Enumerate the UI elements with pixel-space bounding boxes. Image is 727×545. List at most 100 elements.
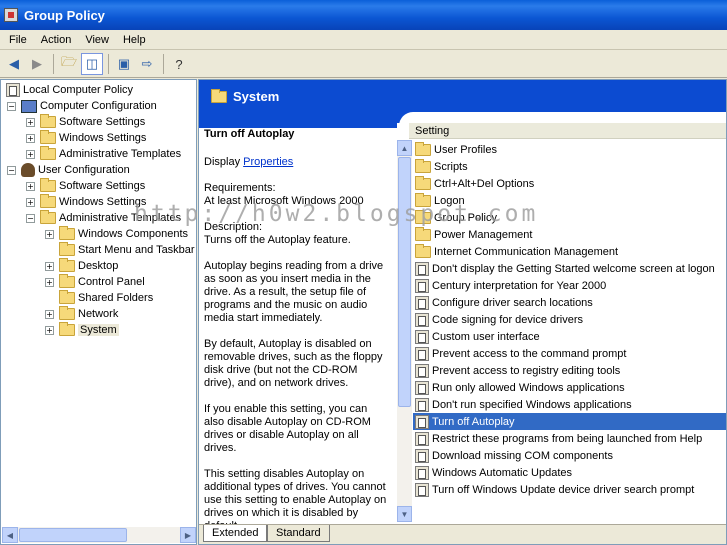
folder-icon (415, 226, 431, 241)
scroll-left-icon[interactable]: ◀ (2, 527, 18, 543)
folder-icon (40, 210, 56, 224)
policy-setting-icon (415, 482, 429, 497)
description-line: as soon as you insert media in the (204, 273, 371, 285)
description-line: drives or disable Autoplay on all (204, 429, 359, 441)
toolbar-separator (53, 54, 54, 74)
list-item-policy[interactable]: Download missing COM components (413, 447, 726, 464)
tree-desktop[interactable]: Desktop (59, 258, 118, 274)
folder-icon (415, 158, 431, 173)
list-item-policy[interactable]: Run only allowed Windows applications (413, 379, 726, 396)
show-hide-tree-icon[interactable]: ◫ (81, 53, 103, 75)
tab-extended[interactable]: Extended (203, 525, 268, 542)
list-item-folder[interactable]: User Profiles (413, 141, 726, 158)
scroll-thumb[interactable] (398, 157, 411, 407)
list-item-policy[interactable]: Turn off Windows Update device driver se… (413, 481, 726, 498)
menu-help[interactable]: Help (116, 34, 153, 46)
list-item-folder[interactable]: Group Policy (413, 209, 726, 226)
list-item-policy[interactable]: Don't run specified Windows applications (413, 396, 726, 413)
scroll-down-icon[interactable]: ▼ (397, 506, 412, 522)
scroll-thumb[interactable] (19, 528, 127, 542)
list-vertical-scrollbar[interactable]: ▲ ▼ (397, 140, 412, 522)
back-arrow-icon[interactable]: ◀ (3, 53, 25, 75)
description-line: removable drives, such as the floppy (204, 351, 383, 363)
scroll-right-icon[interactable]: ▶ (180, 527, 196, 543)
column-header-setting[interactable]: Setting (409, 123, 726, 139)
folder-icon (415, 175, 431, 190)
description-line: Autoplay begins reading from a drive (204, 260, 384, 272)
folder-icon (59, 258, 75, 272)
folder-icon (59, 226, 75, 240)
list-item-policy[interactable]: Prevent access to the command prompt (413, 345, 726, 362)
toolbar-separator (163, 54, 164, 74)
extended-description: Turn off Autoplay Display Properties Req… (199, 128, 397, 524)
collapse-icon[interactable]: − (26, 214, 35, 223)
list-item-folder[interactable]: Scripts (413, 158, 726, 175)
menu-view[interactable]: View (78, 34, 116, 46)
description-line: additional types of drives. You cannot (204, 481, 386, 493)
list-item-folder[interactable]: Internet Communication Management (413, 243, 726, 260)
tree-system[interactable]: System (59, 322, 119, 338)
list-item-folder[interactable]: Ctrl+Alt+Del Options (413, 175, 726, 192)
tree-computer-configuration[interactable]: Computer Configuration (21, 98, 157, 114)
list-item-label: Prevent access to registry editing tools (432, 364, 621, 377)
description-line: This setting disables Autoplay on (204, 468, 365, 480)
list-item-label: Turn off Autoplay (432, 415, 515, 428)
list-item-policy[interactable]: Prevent access to registry editing tools (413, 362, 726, 379)
list-item-label: Power Management (434, 228, 533, 241)
tree-network[interactable]: Network (59, 306, 118, 322)
list-item-folder[interactable]: Logon (413, 192, 726, 209)
requirements-label: Requirements: (204, 182, 276, 194)
list-item-policy[interactable]: Windows Automatic Updates (413, 464, 726, 481)
tab-standard[interactable]: Standard (267, 525, 330, 542)
forward-arrow-icon[interactable]: ▶ (26, 53, 48, 75)
tree-computer-admin-templates[interactable]: Administrative Templates (40, 146, 181, 162)
tree-user-configuration[interactable]: User Configuration (21, 162, 130, 178)
properties-link[interactable]: Properties (243, 156, 293, 168)
tree-horizontal-scrollbar[interactable]: ◀ ▶ (2, 527, 196, 543)
list-item-folder[interactable]: Power Management (413, 226, 726, 243)
expand-icon[interactable]: + (26, 198, 35, 207)
list-item-policy[interactable]: Configure driver search locations (413, 294, 726, 311)
tree-control-panel[interactable]: Control Panel (59, 274, 145, 290)
policy-setting-icon (415, 380, 429, 395)
list-item-policy[interactable]: Turn off Autoplay (413, 413, 726, 430)
tree-computer-software-settings[interactable]: Software Settings (40, 114, 145, 130)
list-item-label: Don't run specified Windows applications (432, 398, 632, 411)
tree-root[interactable]: Local Computer Policy (6, 82, 133, 98)
menu-action[interactable]: Action (34, 34, 79, 46)
help-icon[interactable]: ? (168, 53, 190, 75)
expand-icon[interactable]: + (26, 134, 35, 143)
list-item-policy[interactable]: Code signing for device drivers (413, 311, 726, 328)
expand-icon[interactable]: + (45, 278, 54, 287)
tree-shared-folders[interactable]: Shared Folders (59, 290, 153, 306)
expand-icon[interactable]: + (26, 182, 35, 191)
expand-icon[interactable]: + (26, 150, 35, 159)
list-item-label: Restrict these programs from being launc… (432, 432, 703, 445)
tree-user-windows-settings[interactable]: Windows Settings (40, 194, 146, 210)
list-item-policy[interactable]: Restrict these programs from being launc… (413, 430, 726, 447)
expand-icon[interactable]: + (26, 118, 35, 127)
collapse-user-config-icon[interactable]: − (7, 166, 16, 175)
menu-file[interactable]: File (2, 34, 34, 46)
collapse-computer-config-icon[interactable]: − (7, 102, 16, 111)
list-item-policy[interactable]: Century interpretation for Year 2000 (413, 277, 726, 294)
expand-icon[interactable]: + (45, 326, 54, 335)
expand-icon[interactable]: + (45, 262, 54, 271)
tree-user-admin-templates[interactable]: Administrative Templates (40, 210, 181, 226)
folder-icon (40, 194, 56, 208)
export-list-icon[interactable]: ⇨ (136, 53, 158, 75)
expand-icon[interactable]: + (45, 310, 54, 319)
tree-user-software-settings[interactable]: Software Settings (40, 178, 145, 194)
tree-windows-components[interactable]: Windows Components (59, 226, 188, 242)
menu-bar: File Action View Help (0, 30, 727, 50)
description-line: also disable Autoplay on CD-ROM (204, 416, 371, 428)
tree-start-menu-taskbar[interactable]: Start Menu and Taskbar (59, 242, 195, 258)
tree-computer-windows-settings[interactable]: Windows Settings (40, 130, 146, 146)
folder-icon (59, 290, 75, 304)
properties-icon[interactable]: ▣ (113, 53, 135, 75)
expand-icon[interactable]: + (45, 230, 54, 239)
scroll-up-icon[interactable]: ▲ (397, 140, 412, 156)
list-item-policy[interactable]: Don't display the Getting Started welcom… (413, 260, 726, 277)
up-folder-icon[interactable]: 🗁 (58, 53, 80, 75)
list-item-policy[interactable]: Custom user interface (413, 328, 726, 345)
